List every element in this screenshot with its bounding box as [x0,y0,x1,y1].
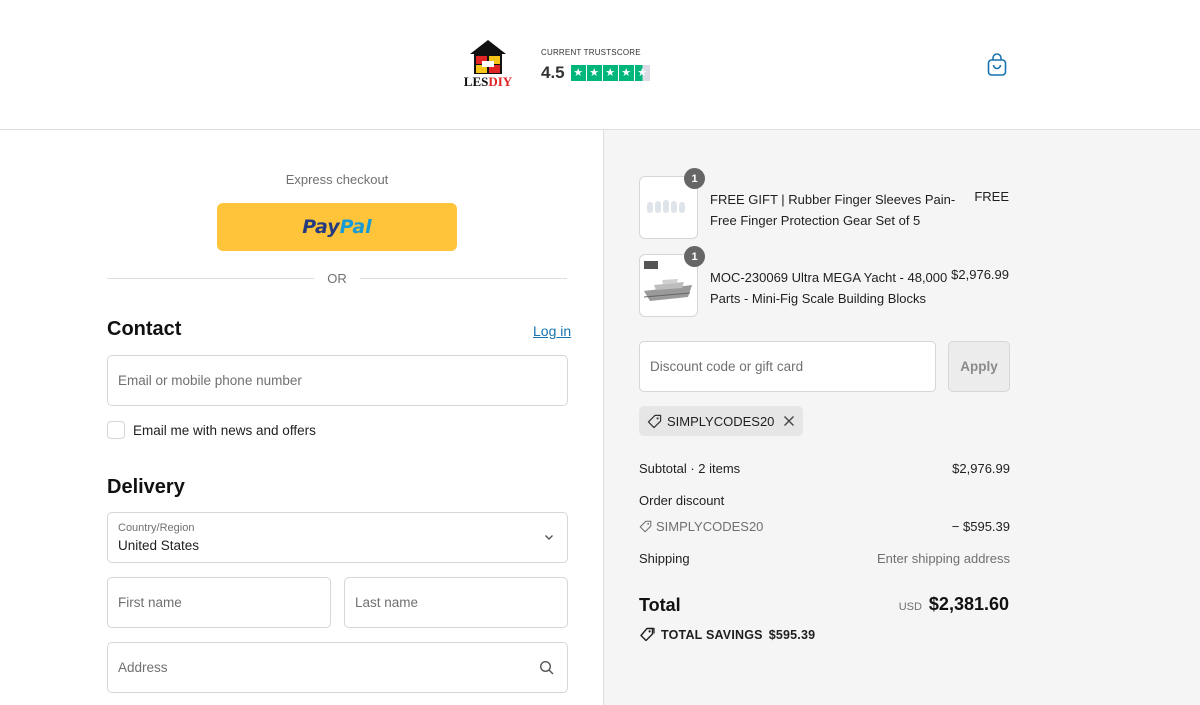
tag-icon [639,520,652,533]
line-item: 1 FREE GIFT | Rubber Finger Sleeves Pain… [639,168,1009,240]
half-star-icon: ★ [634,65,650,81]
savings-tag-icon [640,627,655,642]
total-savings: TOTAL SAVINGS $595.39 [639,627,815,643]
savings-label: TOTAL SAVINGS [661,628,763,642]
newsletter-checkbox[interactable] [107,421,125,439]
paypal-wordmark-pal: Pal [339,216,372,238]
newsletter-option[interactable]: Email me with news and offers [107,421,316,439]
email-placeholder: Email or mobile phone number [118,373,302,388]
total-value: USD $2,381.60 [899,594,1009,615]
order-discount-code-row: SIMPLYCODES20 − $595.39 [639,519,1010,534]
savings-value: $595.39 [768,628,816,642]
address-field[interactable]: Address [107,642,568,693]
order-summary-column: 1 FREE GIFT | Rubber Finger Sleeves Pain… [603,130,1200,705]
applied-code-text: SIMPLYCODES20 [667,413,775,429]
newsletter-label: Email me with news and offers [133,422,316,438]
contact-title: Contact [107,318,182,340]
first-name-field[interactable]: First name [107,577,331,628]
express-checkout-label: Express checkout [285,172,389,187]
country-label: Country/Region [118,522,195,534]
line-item: 1 MOC-230069 Ultra MEGA Yacht - 48,000 P… [639,246,1009,318]
shipping-row: Shipping Enter shipping address [639,551,1010,566]
shipping-value: Enter shipping address [877,551,1010,566]
star-icon: ★ [586,65,602,81]
star-icon: ★ [570,65,586,81]
discount-placeholder: Discount code or gift card [650,359,804,374]
trustscore-label: CURRENT TRUSTSCORE [541,48,641,57]
item-price: $2,976.99 [951,267,1009,282]
subtotal-value: $2,976.99 [952,461,1010,476]
tag-icon [647,414,662,428]
quantity-badge: 1 [684,246,705,267]
shipping-label: Shipping [639,551,690,566]
item-name: FREE GIFT | Rubber Finger Sleeves Pain-F… [710,192,956,228]
search-icon [539,660,554,675]
header: LESDIY CURRENT TRUSTSCORE 4.5 ★ ★ ★ ★ ★ [0,0,1200,130]
chevron-down-icon [545,535,553,540]
last-name-field[interactable]: Last name [344,577,568,628]
apply-discount-button[interactable]: Apply [948,341,1010,392]
trustscore-stars: ★ ★ ★ ★ ★ [570,65,650,81]
subtotal-row: Subtotal · 2 items $2,976.99 [639,461,1010,476]
star-icon: ★ [602,65,618,81]
log-in-link[interactable]: Log in [533,323,571,339]
total-label: Total [639,595,681,615]
item-price: FREE [974,189,1009,204]
order-discount-row: Order discount [639,493,1010,508]
country-select[interactable]: Country/Region United States [107,512,568,563]
total-currency: USD [898,601,922,613]
delivery-title: Delivery [107,476,185,498]
checkout-form-column: Express checkout Pay Pal OR Contact Log i… [0,130,603,705]
divider-line [360,278,567,279]
paypal-button[interactable]: Pay Pal [217,203,457,251]
subtotal-label: Subtotal · 2 items [639,461,741,476]
trustscore-widget[interactable]: CURRENT TRUSTSCORE 4.5 ★ ★ ★ ★ ★ [541,48,650,83]
item-name: MOC-230069 Ultra MEGA Yacht - 48,000 Par… [710,270,948,306]
paypal-wordmark-pay: Pay [302,216,340,238]
order-discount-code: SIMPLYCODES20 [656,519,764,534]
remove-code-close-icon[interactable] [783,415,795,427]
quantity-badge: 1 [684,168,705,189]
or-divider: OR [107,271,567,287]
order-discount-value: − $595.39 [951,519,1010,534]
store-logo[interactable]: LESDIY [462,40,514,90]
applied-discount-chip: SIMPLYCODES20 [639,406,804,436]
star-icon: ★ [618,65,634,81]
first-name-placeholder: First name [118,595,182,610]
logo-wordmark: LESDIY [463,74,513,89]
product-thumbnail: 1 [639,246,705,317]
house-logo-icon [470,40,506,74]
email-field[interactable]: Email or mobile phone number [107,355,568,406]
shopping-bag-icon[interactable] [986,53,1008,77]
order-discount-label: Order discount [639,493,725,508]
country-value: United States [118,538,200,553]
address-placeholder: Address [118,660,168,675]
total-amount: $2,381.60 [928,594,1009,614]
trustscore-value: 4.5 [541,63,565,82]
last-name-placeholder: Last name [355,595,419,610]
product-thumbnail: 1 [639,168,705,239]
discount-code-input[interactable]: Discount code or gift card [639,341,936,392]
